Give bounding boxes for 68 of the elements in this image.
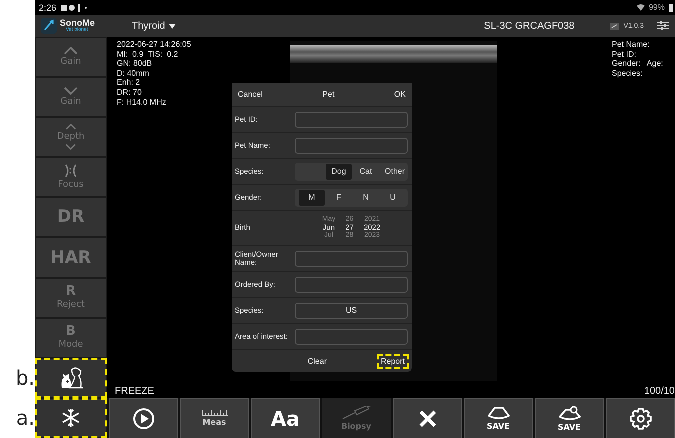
chevron-up-icon: [64, 47, 78, 56]
toolbar-button[interactable]: [393, 398, 462, 438]
input-field[interactable]: [295, 328, 408, 344]
option-button[interactable]: N: [353, 190, 379, 206]
option-button[interactable]: Cat: [353, 164, 379, 180]
toolbar-button[interactable]: Aa: [251, 398, 320, 438]
ok-button[interactable]: OK: [392, 88, 408, 101]
annotation-label: a.: [16, 406, 35, 430]
notification-icons: [60, 4, 89, 12]
option-button[interactable]: Other: [380, 164, 406, 180]
input-field[interactable]: [295, 276, 408, 292]
chevron-up-icon: [65, 124, 77, 130]
settings-sliders-icon[interactable]: [657, 21, 669, 31]
option-button[interactable]: U: [380, 190, 406, 206]
sidebar-button[interactable]: [35, 398, 107, 438]
device-name: SL-3C GRCAGF038: [484, 20, 575, 32]
chevron-down-icon: [64, 87, 78, 96]
scan-sector-clip-icon: [558, 406, 580, 420]
image-parameter: 2022-06-27 14:26:05: [117, 40, 192, 50]
input-field[interactable]: [295, 112, 408, 128]
cancel-button[interactable]: Cancel: [236, 88, 265, 101]
ruler-icon: [202, 410, 228, 416]
sidebar-button[interactable]: [35, 358, 107, 398]
image-parameter: DR: 70: [117, 88, 142, 98]
play-icon: [132, 408, 154, 430]
annotation-label: b.: [16, 366, 35, 390]
toolbar-button[interactable]: SAVE: [535, 398, 604, 438]
battery-icon: [669, 4, 673, 12]
option-button[interactable]: M: [299, 190, 325, 206]
image-parameter: MI: 0.9 TIS: 0.2: [117, 50, 178, 60]
snowflake-icon: [61, 408, 81, 428]
clear-button[interactable]: Clear: [306, 354, 329, 368]
scan-sector-icon: [488, 406, 510, 420]
report-button[interactable]: Report: [376, 354, 409, 368]
patient-info-label: Age:: [646, 59, 664, 69]
toolbar-button[interactable]: [606, 398, 675, 438]
image-parameter: Enh: 2: [117, 78, 140, 88]
battery-level: 99%: [648, 3, 665, 12]
syringe-icon: [340, 406, 372, 420]
image-parameter: D: 40mm: [117, 68, 150, 78]
status-time: 2:26: [39, 2, 57, 12]
option-button[interactable]: F: [326, 190, 352, 206]
patient-info-label: Pet ID:: [612, 50, 636, 60]
image-parameter: GN: 80dB: [117, 59, 152, 69]
freeze-label: FREEZE: [115, 386, 154, 397]
patient-info-label: Pet Name:: [612, 40, 650, 50]
input-field[interactable]: US: [295, 302, 408, 318]
patient-info-label: Species:: [612, 68, 643, 78]
close-icon: [418, 410, 436, 428]
app-name: SonoMe: [60, 19, 95, 28]
wifi-icon: [636, 4, 645, 11]
dialog-title: Pet: [322, 90, 335, 99]
input-field[interactable]: [295, 138, 408, 154]
toolbar-button[interactable]: Meas: [180, 398, 249, 438]
input-field[interactable]: [295, 250, 408, 266]
toolbar-button[interactable]: SAVE: [464, 398, 533, 438]
toolbar-button[interactable]: [109, 398, 178, 438]
option-button[interactable]: Dog: [326, 164, 352, 180]
probe-icon: [610, 22, 619, 30]
preset-dropdown[interactable]: Thyroid: [132, 20, 176, 32]
image-parameter: F: H14.0 MHz: [117, 98, 166, 108]
caret-icon: [169, 24, 176, 28]
frame-counter: 100/10: [644, 386, 675, 397]
patient-info-label: Gender:: [612, 59, 641, 69]
settings-icon: [630, 408, 652, 430]
logo-icon: [41, 18, 57, 34]
focus-icon: [63, 164, 79, 178]
chevron-down-icon: [65, 144, 77, 150]
